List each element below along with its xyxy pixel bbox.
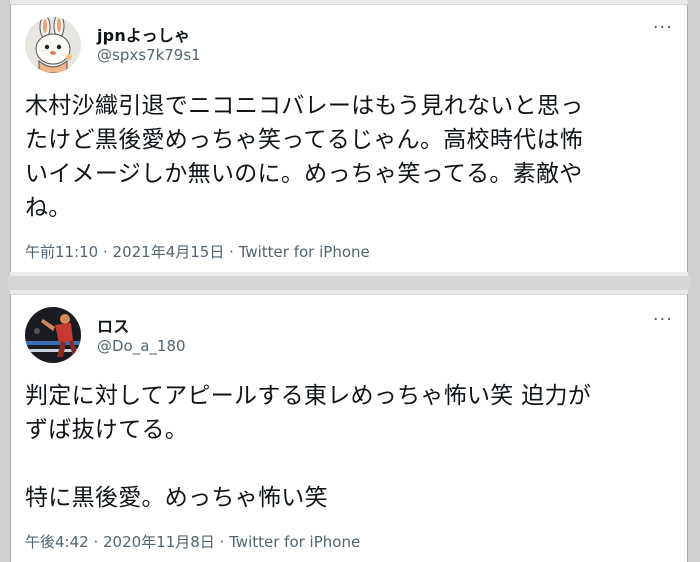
display-name[interactable]: ロス [97,313,129,337]
meta-separator: · [98,243,113,261]
tweet-time[interactable]: 午前11:10 [25,243,98,261]
avatar[interactable] [25,17,81,73]
user-handle[interactable]: @Do_a_180 [97,337,186,355]
tweet-card: ロス @Do_a_180 ··· 判定に対してアピールする東レめっちゃ怖い笑 迫… [10,294,688,562]
meta-separator: · [88,533,103,551]
tweet-text: 木村沙織引退でニコニコバレーはもう見れないと思っ たけど黒後愛めっちゃ笑ってるじ… [25,93,584,221]
tweet-meta: 午後4:42 · 2020年11月8日 · Twitter for iPhone [25,531,360,552]
meta-separator: · [224,243,239,261]
more-options-icon[interactable]: ··· [653,19,673,37]
avatar[interactable] [25,307,81,363]
tweet-date[interactable]: 2021年4月15日 [113,243,225,261]
wrestler-photo-avatar-icon [25,307,81,363]
tweet-date[interactable]: 2020年11月8日 [103,533,215,551]
tweet-card: jpnよっしゃ @spxs7k79s1 ··· 木村沙織引退でニコニコバレーはも… [10,4,688,272]
tweet-meta: 午前11:10 · 2021年4月15日 · Twitter for iPhon… [25,241,370,262]
meta-separator: · [214,533,230,551]
tweet-text: 判定に対してアピールする東レめっちゃ怖い笑 迫力が ずば抜けてる。 特に黒後愛。… [25,383,592,511]
tweet-time[interactable]: 午後4:42 [25,533,89,551]
tweet-source[interactable]: Twitter for iPhone [239,243,370,261]
tweet-source[interactable]: Twitter for iPhone [229,533,360,551]
user-handle[interactable]: @spxs7k79s1 [97,46,201,64]
cartoon-rabbit-avatar-icon [25,17,81,73]
more-options-icon[interactable]: ··· [653,311,673,329]
tweet-separator [8,276,690,290]
display-name[interactable]: jpnよっしゃ [97,22,190,46]
